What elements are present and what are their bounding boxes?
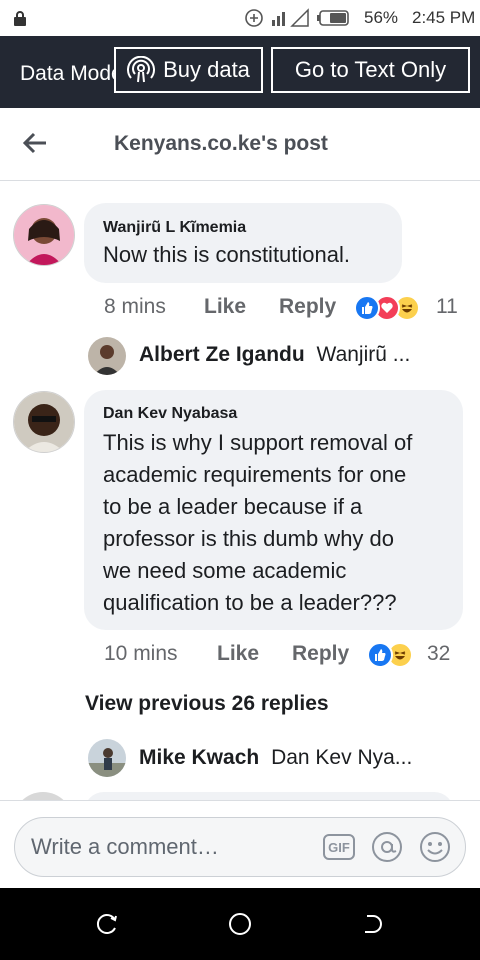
buy-data-button[interactable]: Buy data [114, 47, 263, 93]
avatar-dan[interactable] [13, 391, 75, 453]
status-bar: 56% 2:45 PM [0, 0, 480, 36]
back-arrow-icon[interactable] [22, 130, 48, 156]
comment-actions: 8 mins Like Reply 11 [104, 295, 474, 323]
like-link[interactable]: Like [204, 295, 246, 319]
signal-icon [272, 8, 309, 27]
reply-author[interactable]: Albert Ze Igandu [139, 343, 305, 366]
home-icon[interactable] [227, 911, 253, 937]
comment-line: we need some academic [103, 558, 347, 583]
comment-author[interactable]: Dan Kev Nyabasa [103, 405, 237, 423]
comment-time: 8 mins [104, 295, 166, 318]
reply-link[interactable]: Reply [292, 642, 349, 666]
post-header: Kenyans.co.ke's post [0, 108, 480, 181]
gif-label: GIF [328, 839, 350, 855]
reply-preview[interactable]: Mike Kwach Dan Kev Nya... [139, 746, 412, 770]
comment-text: This is why I support removal of academi… [103, 427, 412, 619]
avatar-wanjiru[interactable] [13, 204, 75, 266]
comment-line: academic requirements for one [103, 462, 407, 487]
profile-photo [14, 205, 74, 265]
broadcast-icon [127, 56, 156, 83]
reply-preview[interactable]: Albert Ze Igandu Wanjirũ ... [139, 343, 410, 367]
text-only-label: Go to Text Only [294, 57, 447, 82]
go-to-text-only-button[interactable]: Go to Text Only [271, 47, 470, 93]
like-reaction-icon [354, 295, 380, 321]
reaction-count: 32 [427, 642, 451, 665]
reaction-count: 11 [436, 295, 458, 318]
reaction-summary[interactable]: 11 [354, 295, 464, 323]
comment-composer: Write a comment… GIF [0, 800, 480, 889]
battery-percent: 56% [364, 8, 399, 27]
comment-bubble[interactable]: Wanjirũ L Kĩmemia Now this is constituti… [84, 203, 402, 283]
buy-data-label: Buy data [163, 57, 250, 82]
reply-author[interactable]: Mike Kwach [139, 746, 259, 769]
android-nav-bar [0, 888, 480, 960]
gif-icon[interactable]: GIF [323, 834, 355, 860]
comment-placeholder: Write a comment… [31, 834, 219, 859]
comment-author[interactable]: Wanjirũ L Kĩmemia [103, 219, 246, 237]
comment-bubble[interactable]: Dan Kev Nyabasa This is why I support re… [84, 390, 463, 630]
status-icons [244, 8, 350, 28]
view-previous-replies[interactable]: View previous 26 replies [85, 692, 329, 716]
add-circle-icon [245, 9, 263, 27]
reply-snippet: Wanjirũ ... [316, 343, 411, 366]
comment-actions: 10 mins Like Reply 32 [104, 642, 474, 670]
comment-line: qualification to be a leader??? [103, 590, 397, 615]
comment-text: Now this is constitutional. [103, 242, 350, 267]
battery-icon [317, 10, 349, 26]
comment-line: This is why I support removal of [103, 430, 413, 455]
profile-photo [88, 337, 126, 375]
reply-snippet: Dan Kev Nya... [271, 746, 413, 769]
recents-icon[interactable] [95, 912, 119, 936]
back-nav-icon[interactable] [361, 912, 385, 936]
comment-time: 10 mins [104, 642, 178, 665]
clock: 2:45 PM [412, 8, 476, 27]
profile-photo [14, 392, 74, 452]
data-mode-title: Data Mode [20, 62, 116, 85]
reaction-summary[interactable]: 32 [367, 642, 467, 670]
reply-link[interactable]: Reply [279, 295, 336, 319]
avatar-mike[interactable] [88, 739, 126, 777]
page-title: Kenyans.co.ke's post [114, 132, 328, 155]
profile-photo [88, 739, 126, 777]
like-reaction-icon [367, 642, 393, 668]
avatar-albert[interactable] [88, 337, 126, 375]
at-icon[interactable] [371, 831, 403, 863]
comment-input[interactable]: Write a comment… GIF [14, 817, 466, 877]
like-link[interactable]: Like [217, 642, 259, 666]
data-mode-bar: Data Mode Buy data Go to Text Only [0, 36, 480, 108]
comment-line: professor is this dumb why do [103, 526, 395, 551]
comment-line: to be a leader because if a [103, 494, 363, 519]
lock-icon [14, 11, 26, 26]
smiley-icon[interactable] [419, 831, 451, 863]
